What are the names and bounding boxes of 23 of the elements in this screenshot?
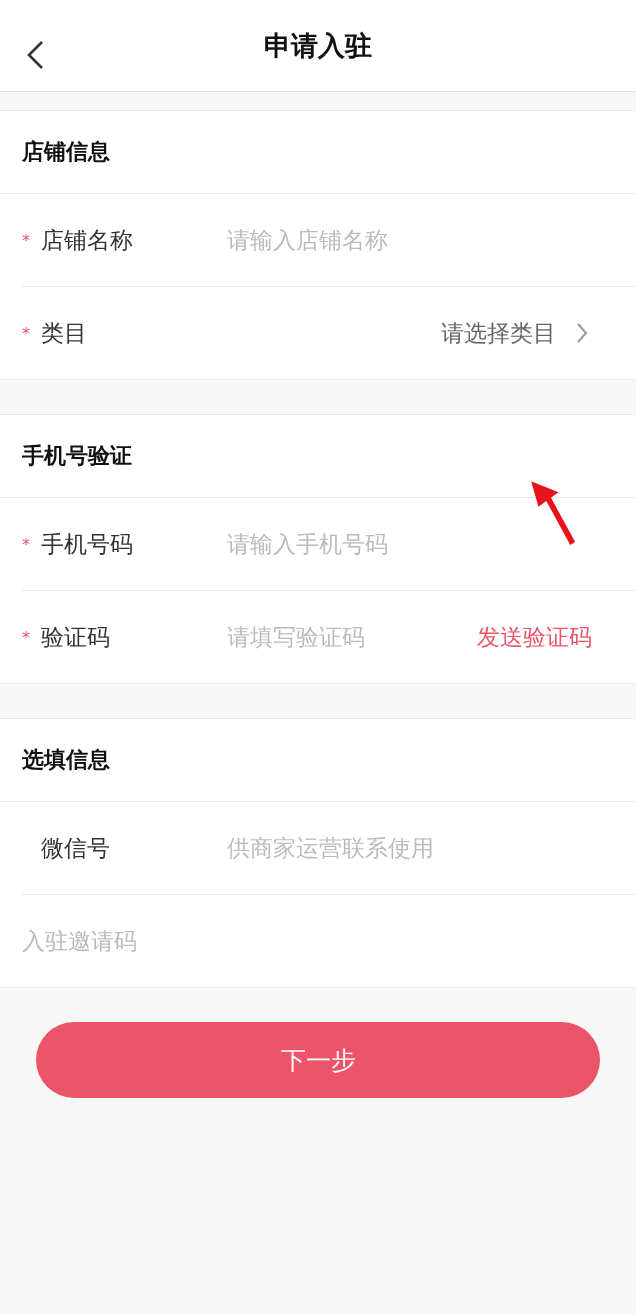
- arrow-annotation-icon: [528, 478, 578, 548]
- send-code-link[interactable]: 发送验证码: [477, 621, 592, 653]
- section-title: 店铺信息: [0, 111, 636, 194]
- required-mark: *: [22, 534, 31, 554]
- input-field[interactable]: 供商家运营联系使用: [227, 835, 636, 861]
- field-label: 验证码: [41, 622, 110, 652]
- required-mark: *: [22, 627, 31, 647]
- input-field[interactable]: 请输入店铺名称: [227, 227, 636, 253]
- input-field[interactable]: 请输入手机号码: [227, 531, 636, 557]
- required-mark: *: [22, 230, 31, 250]
- chevron-right-icon: [576, 322, 588, 344]
- field-label: 店铺名称: [41, 225, 133, 255]
- section-title: 选填信息: [0, 719, 636, 802]
- back-icon[interactable]: [26, 40, 44, 70]
- field-label: 微信号: [41, 833, 110, 863]
- field-label: 类目: [41, 318, 87, 348]
- category-selector[interactable]: 请选择类目: [441, 317, 588, 349]
- page-title: 申请入驻: [264, 28, 372, 63]
- field-label: 手机号码: [41, 529, 133, 559]
- required-mark: *: [22, 323, 31, 343]
- input-field[interactable]: 入驻邀请码: [22, 928, 636, 954]
- input-field[interactable]: 请填写验证码: [227, 624, 477, 650]
- next-button[interactable]: 下一步: [36, 1022, 600, 1098]
